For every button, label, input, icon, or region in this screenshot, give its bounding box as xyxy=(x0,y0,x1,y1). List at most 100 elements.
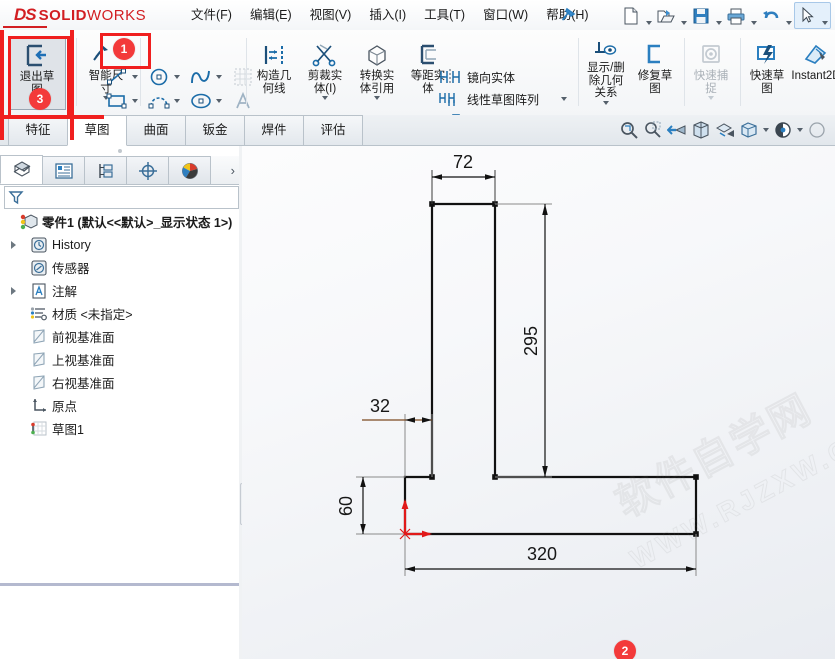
tree-item-material[interactable]: 材质 <未指定> xyxy=(0,302,241,325)
ellipse-icon[interactable] xyxy=(188,90,214,112)
tree-item-part-label: 零件1 (默认<<默认>_显示状态 1>) xyxy=(42,212,232,231)
construction-geometry-button[interactable]: 构造几 何线 xyxy=(250,36,298,110)
arc-dropdown[interactable] xyxy=(172,90,182,112)
hide-show-dropdown[interactable] xyxy=(795,117,805,143)
dimension-295-graphic: 295 xyxy=(495,204,552,477)
mirror-entities-item[interactable]: 镜向实体 xyxy=(437,66,515,88)
zoom-to-fit-icon[interactable] xyxy=(617,117,641,143)
instant2d-button[interactable]: Instant2D xyxy=(790,36,835,110)
menu-window[interactable]: 窗口(W) xyxy=(474,0,537,30)
tree-item-sensors[interactable]: 传感器 xyxy=(0,256,241,279)
rectangle-icon[interactable] xyxy=(104,90,130,112)
section-view-icon[interactable] xyxy=(689,117,713,143)
hide-show-icon[interactable] xyxy=(771,117,795,143)
dimension-60-graphic: 60 xyxy=(336,477,405,534)
annotation-line-middle xyxy=(70,30,74,140)
tree-item-front-plane[interactable]: 前视基准面 xyxy=(0,325,241,348)
trim-entities-dropdown[interactable] xyxy=(322,96,328,100)
print-icon[interactable] xyxy=(724,3,748,29)
tree-item-annotations[interactable]: 注解 xyxy=(0,279,241,302)
rapid-sketch-button[interactable]: 快速草 图 xyxy=(744,36,790,110)
tab-surfaces[interactable]: 曲面 xyxy=(126,115,186,145)
spline-dropdown[interactable] xyxy=(214,66,224,88)
menu-tools[interactable]: 工具(T) xyxy=(415,0,474,30)
trim-icon xyxy=(311,40,339,70)
tree-item-top-plane[interactable]: 上视基准面 xyxy=(0,348,241,371)
tab-sheetmetal[interactable]: 钣金 xyxy=(185,115,245,145)
undo-icon[interactable] xyxy=(759,3,783,29)
menu-view[interactable]: 视图(V) xyxy=(301,0,361,30)
tree-item-sketch1[interactable]: 草图1 xyxy=(0,417,241,440)
tree-item-right-plane[interactable]: 右视基准面 xyxy=(0,371,241,394)
annotation-line-left xyxy=(0,30,4,140)
tree-item-origin[interactable]: 原点 xyxy=(0,394,241,417)
rectangle-dropdown[interactable] xyxy=(130,90,140,112)
line-icon[interactable] xyxy=(104,66,130,88)
pin-icon[interactable] xyxy=(560,7,576,23)
convert-entities-label-2: 体引用 xyxy=(352,83,402,96)
tab-features[interactable]: 特征 xyxy=(8,115,68,145)
open-folder-dropdown[interactable] xyxy=(678,0,689,32)
menu-file[interactable]: 文件(F) xyxy=(182,0,241,30)
save-icon[interactable] xyxy=(689,3,713,29)
panel-tab-property-manager[interactable] xyxy=(42,156,85,184)
linear-sketch-pattern-item[interactable]: 线性草图阵列 xyxy=(437,88,539,110)
new-document-icon[interactable] xyxy=(619,3,643,29)
zoom-to-area-icon[interactable] xyxy=(641,117,665,143)
view-orientation-icon[interactable] xyxy=(713,117,737,143)
save-dropdown[interactable] xyxy=(713,0,724,32)
tab-evaluate[interactable]: 评估 xyxy=(303,115,363,145)
menu-insert[interactable]: 插入(I) xyxy=(360,0,415,30)
tree-item-material-label: 材质 <未指定> xyxy=(52,304,133,323)
arc-icon[interactable] xyxy=(146,90,172,112)
quick-snaps-button[interactable]: 快速捕 捉 xyxy=(688,36,734,110)
select-arrow-button[interactable] xyxy=(794,2,831,29)
annotations-expand-arrow[interactable] xyxy=(6,287,20,295)
display-relations-icon xyxy=(593,38,619,62)
dimension-295-text: 295 xyxy=(521,326,541,356)
panel-collapse-dot[interactable] xyxy=(118,149,122,153)
plane-icon xyxy=(28,350,50,370)
print-dropdown[interactable] xyxy=(748,0,759,32)
display-style-dropdown[interactable] xyxy=(761,117,771,143)
ellipse-dropdown[interactable] xyxy=(214,90,224,112)
spline-icon[interactable] xyxy=(188,66,214,88)
menu-edit[interactable]: 编辑(E) xyxy=(241,0,301,30)
panel-tab-feature-manager[interactable] xyxy=(0,155,43,184)
convert-entities-dropdown[interactable] xyxy=(374,96,380,100)
history-expand-arrow[interactable] xyxy=(6,241,20,249)
graphics-viewport[interactable]: 软件自学网 WWW.RJZXW.COM xyxy=(242,146,835,659)
display-relations-dropdown[interactable] xyxy=(603,101,609,105)
panel-tab-dimxpert[interactable] xyxy=(126,156,169,184)
trim-entities-button[interactable]: 剪裁实 体(I) xyxy=(300,36,350,110)
rapid-sketch-label-2: 图 xyxy=(744,83,790,96)
line-dropdown[interactable] xyxy=(130,66,140,88)
undo-dropdown[interactable] xyxy=(783,0,794,32)
quick-snaps-dropdown[interactable] xyxy=(708,96,714,100)
open-folder-icon[interactable] xyxy=(654,3,678,29)
panel-tab-display-manager[interactable] xyxy=(168,156,211,184)
tree-filter-input[interactable] xyxy=(4,186,239,209)
tab-sketch[interactable]: 草图 xyxy=(67,115,127,146)
appearance-icon[interactable] xyxy=(805,117,829,143)
select-arrow-icon xyxy=(795,3,819,29)
dimension-60-text: 60 xyxy=(336,496,356,516)
panel-expand-chevron[interactable]: › xyxy=(231,163,235,178)
circle-dropdown[interactable] xyxy=(172,66,182,88)
previous-view-icon[interactable] xyxy=(665,117,689,143)
select-arrow-dropdown[interactable] xyxy=(819,0,830,32)
tree-item-part[interactable]: 零件1 (默认<<默认>_显示状态 1>) xyxy=(0,210,241,233)
new-document-dropdown[interactable] xyxy=(643,0,654,32)
profile-outline xyxy=(405,204,696,534)
display-relations-label-1: 显示/删 xyxy=(582,62,630,75)
panel-tab-configuration-manager[interactable] xyxy=(84,156,127,184)
convert-entities-button[interactable]: 转换实 体引用 xyxy=(352,36,402,110)
display-delete-relations-button[interactable]: 显示/删 除几何 关系 xyxy=(582,34,630,112)
repair-sketch-button[interactable]: 修复草 图 xyxy=(632,36,678,110)
tab-weldments[interactable]: 焊件 xyxy=(244,115,304,145)
tree-item-history[interactable]: History xyxy=(0,233,241,256)
linear-sketch-pattern-dropdown[interactable] xyxy=(559,88,569,110)
circle-icon[interactable] xyxy=(146,66,172,88)
display-style-icon[interactable] xyxy=(737,117,761,143)
panel-tab-strip: › xyxy=(0,156,241,185)
